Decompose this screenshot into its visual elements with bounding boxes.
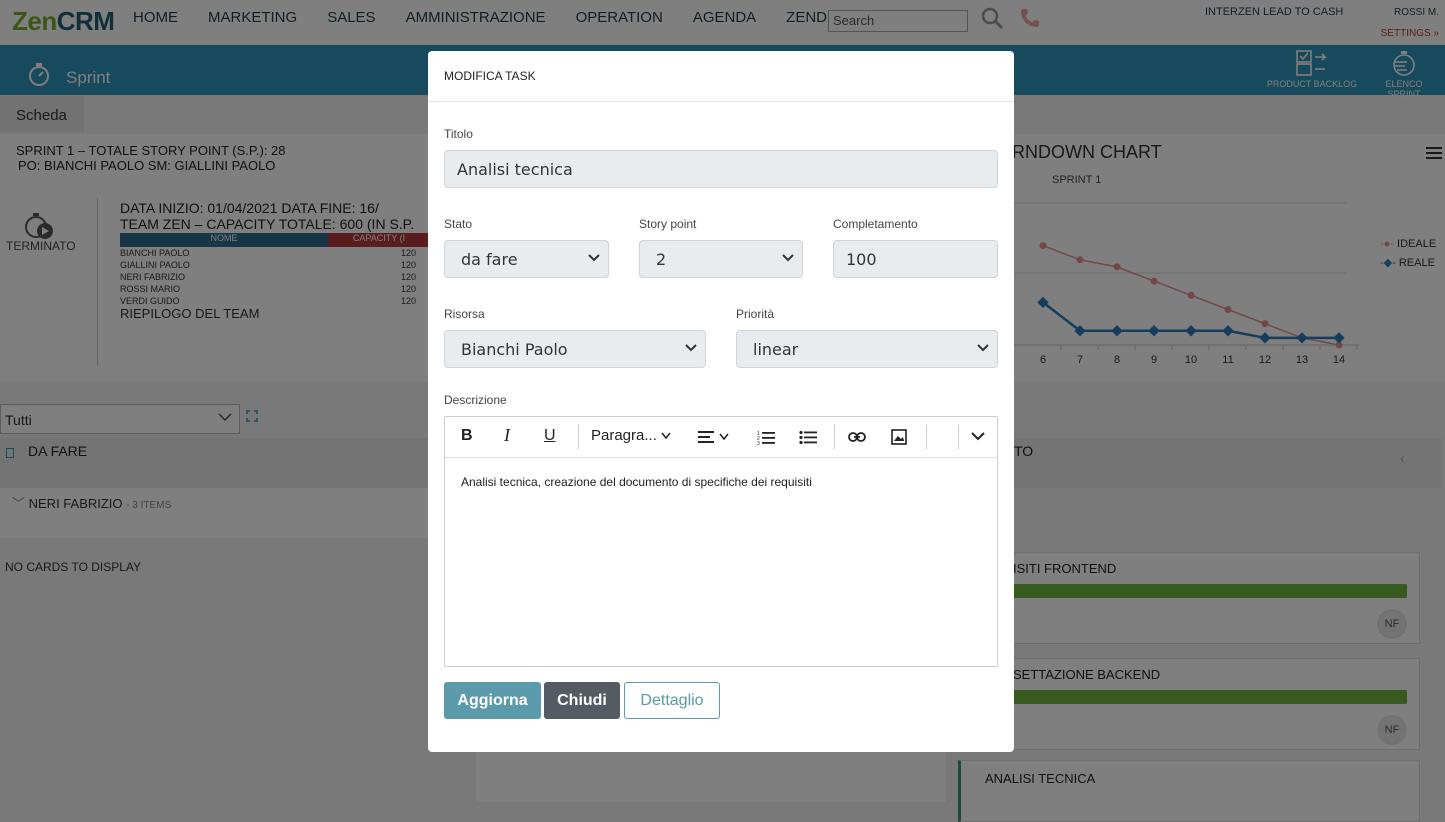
toolbar-divider xyxy=(926,425,927,449)
dettaglio-button[interactable]: Dettaglio xyxy=(624,682,720,719)
modal-title: MODIFICA TASK xyxy=(428,51,1014,102)
titolo-input[interactable]: Analisi tecnica xyxy=(444,150,998,188)
stato-label: Stato xyxy=(444,217,473,231)
paragraph-format-dropdown[interactable]: Paragra... xyxy=(591,427,671,444)
story-point-select[interactable]: 2 xyxy=(639,240,803,278)
edit-task-modal: MODIFICA TASK Titolo Analisi tecnica Sta… xyxy=(428,51,1014,752)
completamento-label: Completamento xyxy=(833,217,918,231)
risorsa-select[interactable]: Bianchi Paolo xyxy=(444,330,706,368)
risorsa-value: Bianchi Paolo xyxy=(461,340,568,359)
rich-text-editor: B I U Paragra... 123 Analisi tecnica, cr… xyxy=(444,416,998,667)
toolbar-divider xyxy=(958,425,959,449)
bold-icon[interactable]: B xyxy=(461,427,473,445)
risorsa-label: Risorsa xyxy=(444,307,485,321)
priorita-select[interactable]: linear xyxy=(736,330,998,368)
priorita-value: linear xyxy=(753,340,799,359)
link-icon[interactable] xyxy=(848,431,866,443)
story-point-value: 2 xyxy=(656,250,667,269)
align-dropdown[interactable] xyxy=(698,430,732,449)
chiudi-button[interactable]: Chiudi xyxy=(544,682,620,719)
priorita-label: Priorità xyxy=(736,307,775,321)
image-icon[interactable] xyxy=(891,429,907,445)
bulleted-list-icon[interactable] xyxy=(799,430,817,445)
toolbar-divider xyxy=(834,425,835,449)
chevron-down-icon xyxy=(685,344,697,352)
toolbar-divider xyxy=(578,425,579,449)
chevron-down-icon xyxy=(782,254,794,262)
descrizione-label: Descrizione xyxy=(444,393,507,407)
svg-text:3: 3 xyxy=(757,441,760,445)
stato-value: da fare xyxy=(461,250,518,269)
chevron-down-icon xyxy=(977,344,989,352)
italic-icon[interactable]: I xyxy=(504,425,510,446)
align-left-icon xyxy=(698,431,729,443)
description-text[interactable]: Analisi tecnica, creazione del documento… xyxy=(461,475,812,489)
stato-select[interactable]: da fare xyxy=(444,240,609,278)
titolo-label: Titolo xyxy=(444,127,473,141)
numbered-list-icon[interactable]: 123 xyxy=(757,430,775,445)
story-point-label: Story point xyxy=(639,217,697,231)
chevron-down-icon xyxy=(661,432,671,440)
paragraph-label: Paragra... xyxy=(591,427,657,444)
aggiorna-button[interactable]: Aggiorna xyxy=(444,682,541,719)
editor-toolbar: B I U Paragra... 123 xyxy=(445,417,997,458)
underline-icon[interactable]: U xyxy=(544,427,556,445)
chevron-down-icon xyxy=(588,254,600,262)
completamento-input[interactable]: 100 xyxy=(833,240,998,278)
chevron-down-icon[interactable] xyxy=(971,432,985,441)
